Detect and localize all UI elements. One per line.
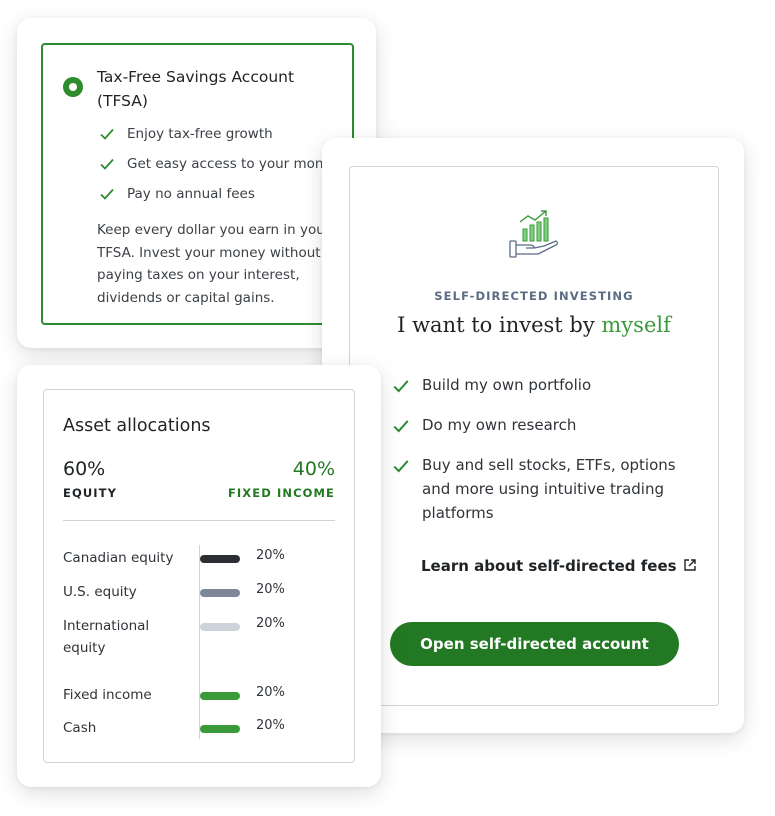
fees-link-label: Learn about self-directed fees — [421, 557, 677, 575]
external-link-icon — [683, 559, 696, 571]
heading-text: I want to invest by — [397, 313, 602, 337]
growth-chart-hand-icon — [509, 210, 559, 258]
self-directed-panel: SELF-DIRECTED INVESTING I want to invest… — [349, 166, 719, 706]
equity-label: EQUITY — [63, 486, 118, 500]
tfsa-benefits-list: Enjoy tax-free growth Get easy access to… — [99, 123, 340, 213]
feature-item: Buy and sell stocks, ETFs, options and m… — [392, 453, 682, 525]
allocation-name: Cash — [63, 720, 97, 736]
tfsa-title: Tax-Free Savings Account (TFSA) — [97, 68, 295, 110]
tfsa-benefit-item: Get easy access to your money — [99, 153, 340, 183]
fixed-income-label: FIXED INCOME — [227, 486, 335, 500]
allocation-bar — [200, 692, 240, 700]
allocation-name: International equity — [63, 618, 150, 656]
self-directed-eyebrow: SELF-DIRECTED INVESTING — [434, 289, 634, 303]
allocation-bar — [200, 555, 240, 563]
asset-allocation-title: Asset allocations — [63, 416, 211, 436]
tfsa-benefit-item: Pay no annual fees — [99, 183, 340, 213]
feature-label: Buy and sell stocks, ETFs, options and m… — [422, 456, 676, 522]
allocation-value: 20% — [256, 685, 285, 700]
feature-label: Do my own research — [422, 416, 577, 434]
allocation-name: U.S. equity — [63, 584, 137, 600]
allocation-bar — [200, 725, 240, 733]
tfsa-benefit-item: Enjoy tax-free growth — [99, 123, 340, 153]
feature-item: Build my own portfolio — [392, 373, 682, 397]
fixed-income-percent: 40% — [292, 458, 335, 480]
allocation-value: 20% — [256, 548, 285, 563]
asset-allocation-panel: Asset allocations 60% 40% EQUITY FIXED I… — [43, 389, 355, 763]
check-icon — [100, 158, 114, 170]
tfsa-benefit-label: Pay no annual fees — [127, 186, 255, 202]
heading-accent: myself — [601, 313, 671, 337]
tfsa-option[interactable]: Tax-Free Savings Account (TFSA) Enjoy ta… — [41, 43, 354, 325]
allocation-axis-line — [199, 545, 200, 739]
tfsa-description: Keep every dollar you earn in your TFSA.… — [97, 222, 331, 306]
allocation-bar — [200, 589, 240, 597]
check-icon — [393, 380, 409, 393]
self-directed-fees-link[interactable]: Learn about self-directed fees — [421, 557, 697, 575]
tfsa-benefit-label: Get easy access to your money — [127, 156, 340, 172]
self-directed-features: Build my own portfolio Do my own researc… — [392, 373, 682, 541]
allocation-value: 20% — [256, 582, 285, 597]
check-icon — [100, 128, 114, 140]
radio-selected-icon[interactable] — [63, 77, 83, 97]
feature-label: Build my own portfolio — [422, 376, 592, 394]
open-self-directed-account-button[interactable]: Open self-directed account — [390, 622, 679, 666]
allocation-value: 20% — [256, 616, 285, 631]
tfsa-benefit-label: Enjoy tax-free growth — [127, 126, 273, 142]
allocation-name: Fixed income — [63, 687, 152, 703]
asset-allocation-card: Asset allocations 60% 40% EQUITY FIXED I… — [17, 365, 381, 787]
check-icon — [393, 420, 409, 433]
allocation-name: Canadian equity — [63, 550, 174, 566]
feature-item: Do my own research — [392, 413, 682, 437]
divider — [63, 520, 335, 521]
allocation-value: 20% — [256, 718, 285, 733]
equity-percent: 60% — [63, 458, 106, 480]
self-directed-card: SELF-DIRECTED INVESTING I want to invest… — [322, 138, 744, 733]
check-icon — [393, 460, 409, 473]
allocation-bar — [200, 623, 240, 631]
self-directed-heading: I want to invest by myself — [350, 313, 718, 337]
check-icon — [100, 188, 114, 200]
